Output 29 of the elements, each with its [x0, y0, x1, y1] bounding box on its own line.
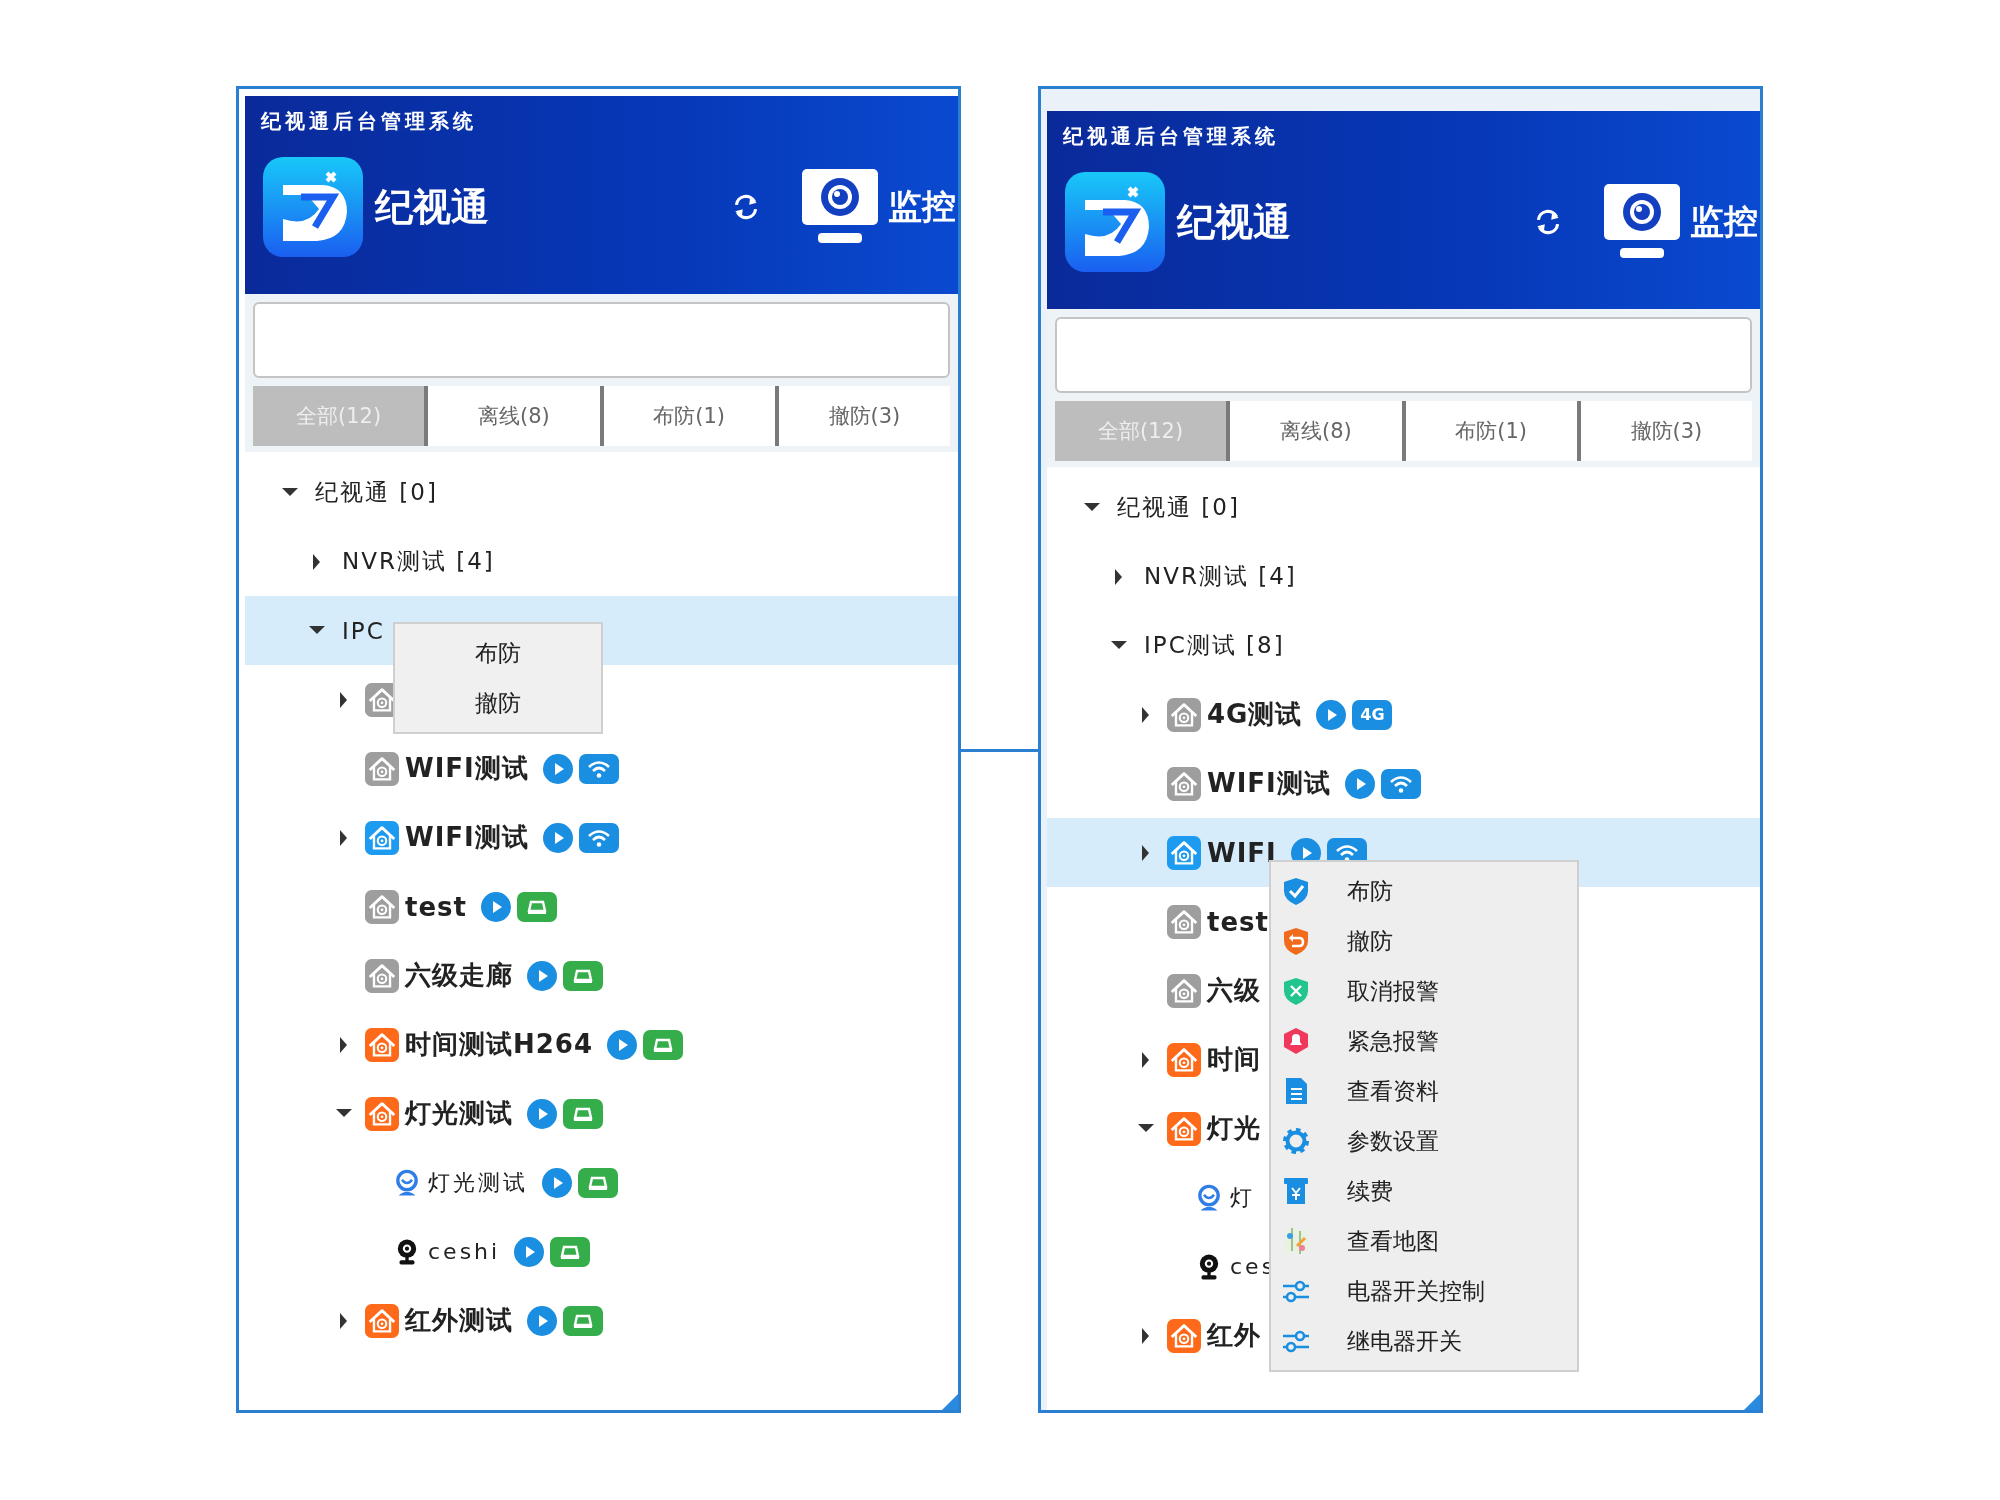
window-title: 纪视通后台管理系统	[1061, 123, 1280, 150]
cellular-badge: 4G	[1352, 699, 1393, 730]
device-name: 灯光测试	[405, 1097, 513, 1130]
device-name: 红外	[1207, 1319, 1261, 1352]
device-name: 六级	[1207, 974, 1261, 1007]
device-name: ceshi	[428, 1239, 501, 1264]
device-name: 时间测试H264	[405, 1028, 594, 1061]
device-name: 灯光	[1207, 1112, 1261, 1145]
device-name: 灯	[1230, 1183, 1255, 1212]
device-name: WIFI测试	[1207, 767, 1331, 800]
group-label: 纪视通 [0]	[1117, 493, 1240, 522]
device-name: 六级走廊	[405, 959, 513, 992]
group-label: IPC	[342, 617, 385, 644]
window-title: 纪视通后台管理系统	[259, 108, 478, 135]
app-name: 纪视通	[375, 182, 489, 231]
group-label: NVR测试 [4]	[342, 547, 495, 576]
device-name: test	[1207, 906, 1269, 937]
device-name: WIFI	[1207, 837, 1277, 868]
device-name: test	[405, 891, 467, 922]
group-label: NVR测试 [4]	[1144, 562, 1297, 591]
device-name: 4G测试	[1207, 698, 1303, 731]
app-name: 纪视通	[1177, 197, 1291, 246]
group-label: IPC测试 [8]	[1144, 631, 1285, 660]
device-name: 时间	[1207, 1043, 1261, 1076]
device-name: 红外测试	[405, 1304, 513, 1337]
group-label: 纪视通 [0]	[315, 478, 438, 507]
device-name: WIFI测试	[405, 752, 529, 785]
device-name: WIFI测试	[405, 821, 529, 854]
device-name: 灯光测试	[428, 1168, 528, 1197]
